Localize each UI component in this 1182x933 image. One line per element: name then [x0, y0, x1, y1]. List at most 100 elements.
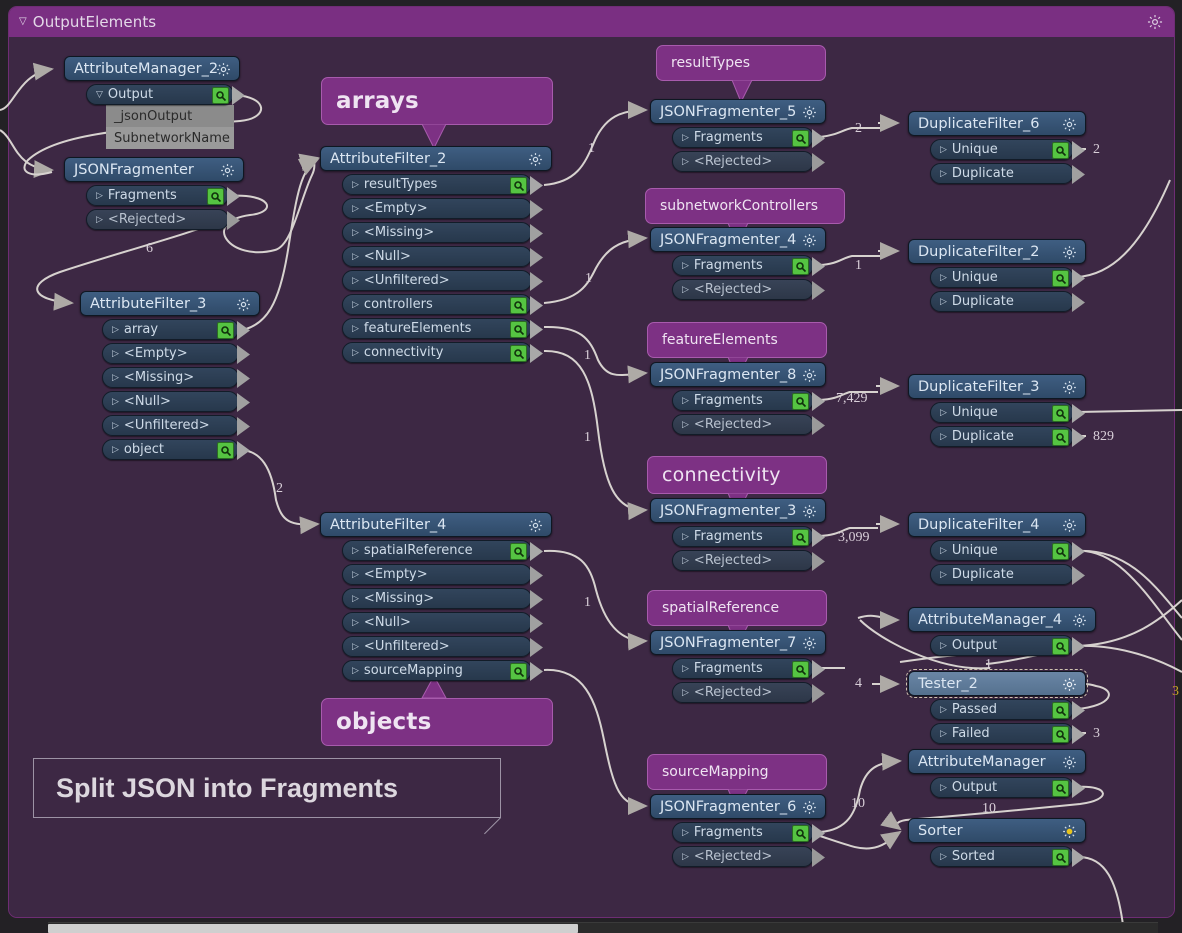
port-connectivity[interactable]: ▷ connectivity: [342, 342, 532, 363]
expand-caret-icon[interactable]: ▷: [682, 261, 689, 271]
expand-caret-icon[interactable]: ▷: [352, 642, 359, 652]
port-empty[interactable]: ▷ <Empty>: [342, 564, 532, 585]
expand-caret-icon[interactable]: ▷: [940, 729, 947, 739]
expand-caret-icon[interactable]: ▷: [940, 705, 947, 715]
expand-caret-icon[interactable]: ▷: [352, 324, 359, 334]
port-output[interactable]: ▷ Output: [930, 777, 1074, 798]
node-jsonfragmenter[interactable]: JSONFragmenter ▷ Fragments ▷ <Rejected>: [64, 157, 244, 230]
magnifier-icon[interactable]: [1052, 270, 1069, 287]
gear-icon[interactable]: [1061, 116, 1078, 137]
node-header[interactable]: JSONFragmenter_4: [650, 227, 826, 252]
expand-caret-icon[interactable]: ▷: [96, 215, 103, 225]
annotation-subnetworkControllers[interactable]: subnetworkControllers: [645, 188, 845, 224]
node-jsonfragmenter-6[interactable]: JSONFragmenter_6 ▷ Fragments ▷ <Rejected…: [650, 794, 826, 867]
expand-caret-icon[interactable]: ▷: [940, 169, 947, 179]
port-missing[interactable]: ▷ <Missing>: [102, 367, 239, 388]
magnifier-icon[interactable]: [792, 130, 809, 147]
port-empty[interactable]: ▷ <Empty>: [342, 198, 532, 219]
port-fragments[interactable]: ▷ Fragments: [672, 255, 814, 276]
annotation-connectivity[interactable]: connectivity: [647, 456, 827, 494]
port-rejected[interactable]: ▷ <Rejected>: [672, 414, 814, 435]
gear-icon[interactable]: [801, 799, 818, 820]
port-failed[interactable]: ▷ Failed: [930, 723, 1074, 744]
magnifier-icon[interactable]: [1052, 429, 1069, 446]
expand-caret-icon[interactable]: ▷: [352, 252, 359, 262]
magnifier-icon[interactable]: [792, 529, 809, 546]
port-rejected[interactable]: ▷ <Rejected>: [672, 151, 814, 172]
node-header[interactable]: JSONFragmenter_6: [650, 794, 826, 819]
port-unfiltered[interactable]: ▷ <Unfiltered>: [342, 270, 532, 291]
node-header[interactable]: AttributeFilter_2: [320, 146, 552, 171]
gear-icon[interactable]: [1061, 754, 1078, 775]
node-header[interactable]: Tester_2: [908, 671, 1086, 696]
horizontal-scrollbar[interactable]: [48, 922, 1158, 933]
expand-caret-icon[interactable]: ▷: [352, 546, 359, 556]
annotation-sourceMapping[interactable]: sourceMapping: [647, 754, 827, 790]
expand-caret-icon[interactable]: ▷: [940, 297, 947, 307]
port-unique[interactable]: ▷ Unique: [930, 139, 1074, 160]
expand-caret-icon[interactable]: ▷: [682, 556, 689, 566]
node-jsonfragmenter-8[interactable]: JSONFragmenter_8 ▷ Fragments ▷ <Rejected…: [650, 362, 826, 435]
expand-caret-icon[interactable]: ▷: [682, 133, 689, 143]
port-sorted[interactable]: ▷ Sorted: [930, 846, 1074, 867]
magnifier-icon[interactable]: [1052, 638, 1069, 655]
port-null[interactable]: ▷ <Null>: [342, 246, 532, 267]
expand-caret-icon[interactable]: ▷: [352, 228, 359, 238]
port-fragments[interactable]: ▷ Fragments: [672, 390, 814, 411]
gear-icon-highlighted[interactable]: [1061, 823, 1078, 844]
expand-caret-icon[interactable]: ▷: [352, 570, 359, 580]
annotation-featureElements[interactable]: featureElements: [647, 322, 827, 358]
expand-caret-icon[interactable]: ▷: [940, 546, 947, 556]
port-rejected[interactable]: ▷ <Rejected>: [672, 682, 814, 703]
gear-icon[interactable]: [1061, 676, 1078, 697]
expand-caret-icon[interactable]: ▷: [940, 408, 947, 418]
node-header[interactable]: AttributeFilter_3: [80, 291, 260, 316]
gear-icon[interactable]: [1061, 244, 1078, 265]
expand-caret-icon[interactable]: ▷: [940, 145, 947, 155]
port-empty[interactable]: ▷ <Empty>: [102, 343, 239, 364]
expand-caret-icon[interactable]: ▷: [352, 618, 359, 628]
expand-caret-icon[interactable]: ▽: [96, 90, 103, 100]
gear-icon[interactable]: [801, 503, 818, 524]
node-header[interactable]: Sorter: [908, 818, 1086, 843]
node-duplicatefilter-4[interactable]: DuplicateFilter_4 ▷ Unique ▷ Duplicate: [908, 512, 1086, 585]
port-unique[interactable]: ▷ Unique: [930, 267, 1074, 288]
node-jsonfragmenter-4[interactable]: JSONFragmenter_4 ▷ Fragments ▷ <Rejected…: [650, 227, 826, 300]
annotation-resultTypes[interactable]: resultTypes: [656, 45, 826, 81]
port-duplicate[interactable]: ▷ Duplicate: [930, 163, 1074, 184]
bookmark-title-bar[interactable]: ▽ OutputElements: [9, 7, 1174, 37]
magnifier-icon[interactable]: [510, 543, 527, 560]
port-spatialreference[interactable]: ▷ spatialReference: [342, 540, 532, 561]
expand-caret-icon[interactable]: ▷: [682, 532, 689, 542]
expand-caret-icon[interactable]: ▷: [112, 397, 119, 407]
node-header[interactable]: AttributeManager_2: [64, 56, 240, 81]
annotation-objects[interactable]: objects: [321, 698, 553, 746]
annotation-arrays[interactable]: arrays: [321, 77, 553, 125]
magnifier-icon[interactable]: [510, 345, 527, 362]
port-rejected[interactable]: ▷ <Rejected>: [672, 279, 814, 300]
node-attributefilter-4[interactable]: AttributeFilter_4 ▷ spatialReference ▷ <…: [320, 512, 552, 681]
node-header[interactable]: AttributeFilter_4: [320, 512, 552, 537]
node-header[interactable]: JSONFragmenter_7: [650, 630, 826, 655]
magnifier-icon[interactable]: [1052, 405, 1069, 422]
port-missing[interactable]: ▷ <Missing>: [342, 222, 532, 243]
gear-icon[interactable]: [801, 104, 818, 125]
expand-caret-icon[interactable]: ▷: [112, 373, 119, 383]
magnifier-icon[interactable]: [792, 661, 809, 678]
port-fragments[interactable]: ▷ Fragments: [672, 822, 814, 843]
port-duplicate[interactable]: ▷ Duplicate: [930, 291, 1074, 312]
node-attributefilter-2[interactable]: AttributeFilter_2 ▷ resultTypes ▷ <Empty…: [320, 146, 552, 363]
expand-caret-icon[interactable]: ▷: [682, 664, 689, 674]
expand-caret-icon[interactable]: ▷: [940, 432, 947, 442]
magnifier-icon[interactable]: [792, 825, 809, 842]
node-header[interactable]: JSONFragmenter: [64, 157, 244, 182]
node-jsonfragmenter-5[interactable]: JSONFragmenter_5 ▷ Fragments ▷ <Rejected…: [650, 99, 826, 172]
expand-caret-icon[interactable]: ▷: [352, 300, 359, 310]
port-duplicate[interactable]: ▷ Duplicate: [930, 426, 1074, 447]
gear-icon[interactable]: [219, 162, 236, 183]
gear-icon[interactable]: [1146, 13, 1164, 35]
collapse-caret-icon[interactable]: ▽: [19, 17, 27, 27]
port-rejected[interactable]: ▷ <Rejected>: [672, 846, 814, 867]
expand-caret-icon[interactable]: ▷: [682, 396, 689, 406]
expand-caret-icon[interactable]: ▷: [940, 783, 947, 793]
